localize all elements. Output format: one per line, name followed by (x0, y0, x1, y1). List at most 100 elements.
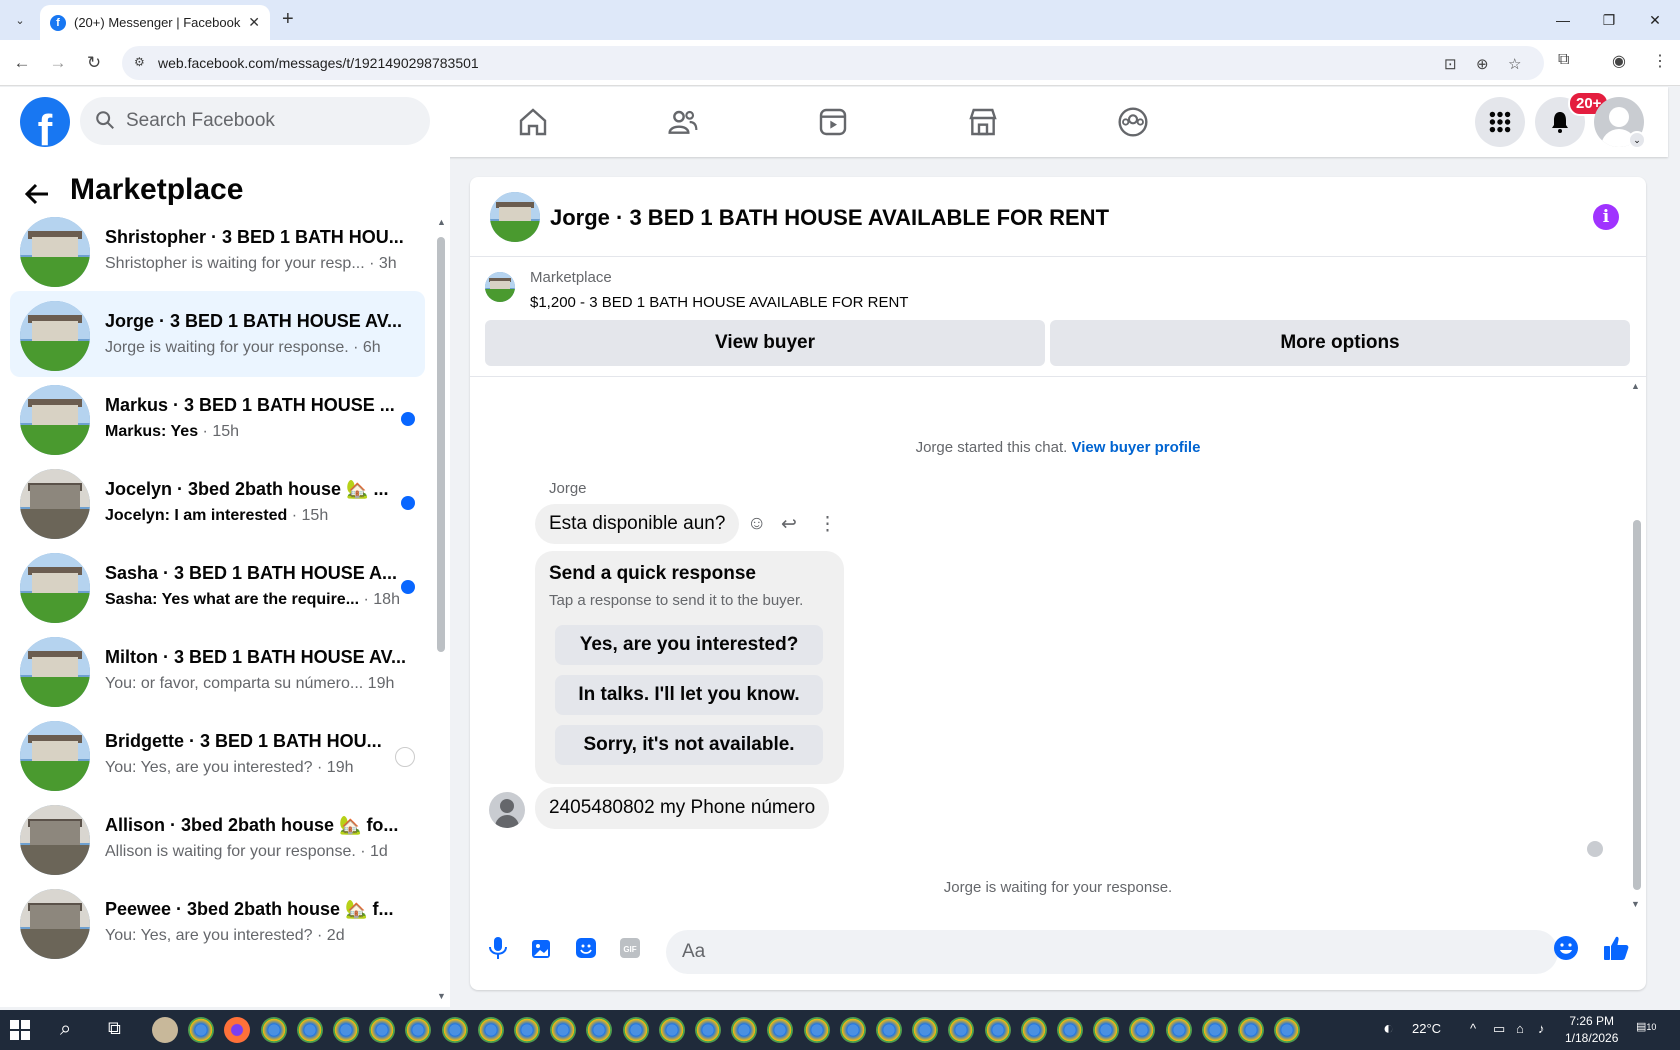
conversation-item[interactable]: Jorge · 3 BED 1 BATH HOUSE AV... Jorge is… (10, 291, 425, 377)
message-bubble[interactable]: Esta disponible aun? (535, 504, 740, 544)
chrome-taskbar-icon[interactable] (876, 1017, 902, 1043)
chrome-taskbar-icon[interactable] (622, 1017, 649, 1043)
message-bubble-phone[interactable]: 2405480802 my Phone número (535, 787, 830, 829)
reload-icon[interactable]: ↻ (82, 51, 106, 75)
photo-icon[interactable] (528, 934, 556, 962)
chrome-taskbar-icon[interactable] (550, 1017, 577, 1043)
chrome-taskbar-icon[interactable] (441, 1017, 468, 1043)
chrome-taskbar-icon[interactable] (260, 1017, 287, 1043)
tab-close-icon[interactable]: ✕ (248, 14, 260, 31)
chrome-taskbar-icon[interactable] (695, 1017, 721, 1043)
chrome-taskbar-icon[interactable] (658, 1017, 685, 1043)
volume-icon[interactable]: ♪ (1538, 1021, 1545, 1036)
chrome-taskbar-icon[interactable] (803, 1017, 830, 1043)
menu-grid-icon[interactable] (1475, 97, 1525, 147)
extensions-icon[interactable]: ⧉ (1558, 51, 1569, 69)
home-icon[interactable] (515, 104, 551, 140)
facebook-logo-icon[interactable]: f (20, 97, 70, 147)
temperature[interactable]: 22°C (1412, 1021, 1441, 1036)
chrome-menu-icon[interactable]: ⋮ (1652, 51, 1668, 71)
conversation-item[interactable]: Allison · 3bed 2bath house 🏡 fo... Alliso… (10, 795, 425, 881)
like-thumbs-up-icon[interactable] (1602, 934, 1630, 962)
device-icon[interactable]: ▭ (1493, 1021, 1505, 1037)
firefox-taskbar-icon[interactable] (224, 1017, 251, 1043)
chrome-taskbar-icon[interactable] (1093, 1017, 1120, 1043)
more-options-button[interactable]: More options (1050, 320, 1630, 366)
browser-tab-active[interactable]: f (20+) Messenger | Facebook ✕ (40, 5, 270, 40)
listing-description[interactable]: $1,200 - 3 BED 1 BATH HOUSE AVAILABLE FO… (530, 294, 908, 311)
conversation-item[interactable]: Jocelyn · 3bed 2bath house 🏡 ... Jocelyn:… (10, 459, 425, 545)
quick-response-in-talks-button[interactable]: In talks. I'll let you know. (555, 675, 823, 715)
window-close-icon[interactable]: ✕ (1632, 0, 1678, 40)
reply-icon[interactable]: ↩ (781, 513, 797, 536)
chrome-taskbar-icon[interactable] (586, 1017, 613, 1043)
chrome-taskbar-icon[interactable] (1129, 1017, 1156, 1043)
tab-search-dropdown-icon[interactable]: ⌄ (8, 8, 32, 32)
chrome-taskbar-icon[interactable] (1274, 1017, 1301, 1043)
sender-avatar[interactable] (489, 792, 525, 828)
chrome-taskbar-icon[interactable] (984, 1017, 1011, 1043)
chrome-taskbar-icon[interactable] (767, 1017, 794, 1043)
view-buyer-profile-link[interactable]: View buyer profile (1071, 439, 1200, 456)
profile-icon[interactable]: ◉ (1612, 51, 1626, 71)
search-input[interactable]: Search Facebook (80, 97, 430, 145)
zoom-icon[interactable]: ⊕ (1476, 55, 1489, 73)
quick-response-yes-button[interactable]: Yes, are you interested? (555, 625, 823, 665)
more-actions-icon[interactable]: ⋮ (818, 513, 837, 536)
restore-icon[interactable]: ❐ (1586, 0, 1632, 40)
message-input[interactable]: Aa (666, 930, 1558, 974)
chrome-taskbar-icon[interactable] (188, 1017, 215, 1043)
view-buyer-button[interactable]: View buyer (485, 320, 1045, 366)
conversation-item[interactable]: Milton · 3 BED 1 BATH HOUSE AV... You: or… (10, 627, 425, 713)
friends-icon[interactable] (665, 104, 701, 140)
site-info-icon[interactable]: ⚙ (134, 55, 148, 69)
task-view-icon[interactable]: ⧉ (108, 1018, 121, 1039)
video-icon[interactable] (815, 104, 851, 140)
chrome-taskbar-icon[interactable] (731, 1017, 758, 1043)
sidebar-scroll-down-icon[interactable]: ▼ (437, 991, 446, 1001)
forward-icon[interactable]: → (46, 51, 70, 75)
chrome-taskbar-icon[interactable] (477, 1017, 504, 1043)
conversation-item[interactable]: Bridgette · 3 BED 1 BATH HOU... You: Yes,… (10, 711, 425, 797)
conversation-item[interactable]: Peewee · 3bed 2bath house 🏡 f... You: Yes… (10, 879, 425, 965)
info-icon[interactable]: i (1593, 204, 1619, 230)
chrome-taskbar-icon[interactable] (1238, 1017, 1264, 1043)
sidebar-scroll-up-icon[interactable]: ▲ (437, 217, 446, 227)
taskbar-clock[interactable]: 7:26 PM 1/18/2026 (1565, 1013, 1618, 1047)
minimize-icon[interactable]: — (1540, 0, 1586, 40)
groups-icon[interactable] (1115, 104, 1151, 140)
chrome-taskbar-icon[interactable] (369, 1017, 396, 1043)
marketplace-icon[interactable] (965, 104, 1001, 140)
taskbar-search-icon[interactable]: ⌕ (60, 1018, 71, 1041)
weather-icon[interactable]: ◐ (1383, 1018, 1394, 1039)
listing-thumbnail[interactable] (485, 272, 515, 302)
chrome-taskbar-icon[interactable] (152, 1017, 178, 1043)
conversation-item[interactable]: Markus · 3 BED 1 BATH HOUSE ... Markus: Y… (10, 375, 425, 461)
emoji-icon[interactable] (1552, 934, 1580, 962)
new-tab-icon[interactable]: + (282, 8, 294, 31)
chrome-taskbar-icon[interactable] (405, 1017, 432, 1043)
network-icon[interactable]: ⌂ (1516, 1021, 1524, 1036)
react-emoji-icon[interactable]: ☺ (747, 513, 766, 535)
gif-icon[interactable]: GIF (616, 934, 644, 962)
quick-response-not-available-button[interactable]: Sorry, it's not available. (555, 725, 823, 765)
chrome-taskbar-icon[interactable] (839, 1017, 866, 1043)
chrome-taskbar-icon[interactable] (1020, 1017, 1047, 1043)
chrome-taskbar-icon[interactable] (1057, 1017, 1083, 1043)
chat-listing-avatar[interactable] (490, 192, 540, 242)
chat-scroll-up-icon[interactable]: ▲ (1631, 381, 1640, 391)
install-app-icon[interactable]: ⊡ (1444, 55, 1457, 73)
chat-scrollbar[interactable] (1633, 520, 1641, 890)
notification-center-icon[interactable]: ▤10 (1636, 1020, 1660, 1040)
account-caret-icon[interactable]: ⌄ (1628, 131, 1646, 149)
chrome-taskbar-icon[interactable] (948, 1017, 975, 1043)
address-bar[interactable]: ⚙ web.facebook.com/messages/t/1921490298… (122, 46, 1544, 80)
microphone-icon[interactable] (484, 934, 512, 962)
chrome-taskbar-icon[interactable] (912, 1017, 939, 1043)
conversation-item[interactable]: Sasha · 3 BED 1 BATH HOUSE A... Sasha: Ye… (10, 543, 425, 629)
chat-scroll-down-icon[interactable]: ▼ (1631, 899, 1640, 909)
sidebar-scrollbar[interactable] (437, 237, 445, 652)
windows-start-icon[interactable] (10, 1020, 30, 1040)
show-hidden-icons-icon[interactable]: ^ (1470, 1021, 1476, 1036)
bookmark-star-icon[interactable]: ☆ (1508, 55, 1521, 73)
